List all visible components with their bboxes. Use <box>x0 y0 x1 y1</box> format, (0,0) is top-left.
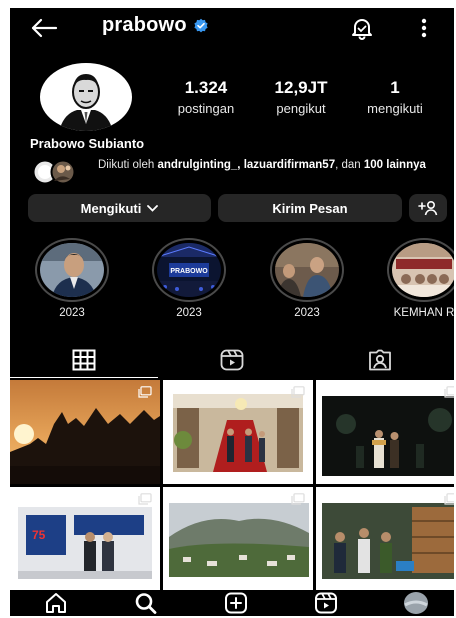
multiple-photos-icon <box>444 493 454 505</box>
story-highlight[interactable]: PRABOWO 2023 <box>143 238 235 319</box>
highlight-thumbnail: PRABOWO <box>157 243 221 297</box>
post-thumbnail[interactable]: 75 <box>10 487 160 591</box>
stat-label: postingan <box>177 101 235 116</box>
message-button-label: Kirim Pesan <box>272 200 348 216</box>
multiple-photos-icon <box>444 386 454 398</box>
post-thumbnail[interactable] <box>163 380 313 484</box>
multiple-photos-icon <box>291 493 305 505</box>
verified-badge-icon <box>194 18 208 32</box>
story-highlight[interactable]: 2023 <box>26 238 118 319</box>
tab-posts-grid[interactable] <box>10 342 158 378</box>
mutual-prefix: Diikuti oleh <box>98 159 158 171</box>
mutual-followers-text[interactable]: Diikuti oleh andrulginting_, lazuardifir… <box>98 158 438 172</box>
message-button[interactable]: Kirim Pesan <box>218 194 402 222</box>
highlight-ring <box>387 238 454 302</box>
highlight-ring <box>270 238 344 302</box>
grid-icon <box>72 349 96 371</box>
multiple-photos-icon <box>291 386 305 398</box>
post-thumbnail[interactable] <box>10 380 160 484</box>
highlight-ring <box>35 238 109 302</box>
post-thumbnail[interactable] <box>316 380 454 484</box>
instagram-profile-screen: prabowo 1.324 postingan 12,9JT pengikut … <box>10 8 454 616</box>
nav-reels[interactable] <box>306 590 346 616</box>
add-user-icon <box>418 200 438 216</box>
active-tab-indicator <box>10 377 158 378</box>
post-thumbnail[interactable] <box>316 487 454 591</box>
post-thumbnail[interactable] <box>163 487 313 591</box>
highlight-thumbnail <box>275 243 339 297</box>
chevron-down-icon <box>147 204 159 212</box>
highlight-label: 2023 <box>59 307 85 319</box>
svg-text:75: 75 <box>32 528 46 542</box>
story-highlight[interactable]: KEMHAN R <box>378 238 454 319</box>
stat-value: 1.324 <box>184 78 228 97</box>
highlight-label: 2023 <box>176 307 202 319</box>
profile-full-name: Prabowo Subianto <box>30 136 145 151</box>
nav-search[interactable] <box>126 590 166 616</box>
back-button[interactable] <box>28 12 60 44</box>
stat-value: 1 <box>390 78 400 97</box>
arrow-left-icon <box>31 18 58 38</box>
highlight-banner-text: PRABOWO <box>170 268 208 275</box>
search-icon <box>135 593 157 614</box>
reels-icon <box>220 349 244 371</box>
highlight-ring: PRABOWO <box>152 238 226 302</box>
following-button[interactable]: Mengikuti <box>28 194 211 222</box>
followers-count[interactable]: 12,9JT pengikut <box>260 78 342 116</box>
notifications-button[interactable] <box>346 12 378 44</box>
nav-create[interactable] <box>216 590 256 616</box>
story-highlight[interactable]: 2023 <box>261 238 353 319</box>
stat-value: 12,9JT <box>274 78 328 97</box>
mutual-names: andrulginting_, lazuardifirman57 <box>157 159 336 171</box>
profile-tabs <box>10 342 454 378</box>
highlight-thumbnail <box>392 243 454 297</box>
more-options-button[interactable] <box>408 12 440 44</box>
highlight-thumbnail <box>40 243 104 297</box>
tagged-icon <box>369 349 391 371</box>
mutual-conjunction: , dan <box>335 159 364 171</box>
tab-reels[interactable] <box>158 342 306 378</box>
mutual-followers-avatars[interactable] <box>32 159 92 185</box>
top-bar: prabowo <box>10 8 454 48</box>
following-count[interactable]: 1 mengikuti <box>352 78 438 116</box>
bottom-navigation <box>10 590 454 616</box>
stat-label: mengikuti <box>367 101 423 116</box>
username-header: prabowo <box>102 14 209 37</box>
reels-icon <box>315 592 337 614</box>
suggested-users-button[interactable] <box>409 194 447 222</box>
mutual-others: 100 lainnya <box>363 159 426 171</box>
plus-square-icon <box>225 592 247 614</box>
following-button-label: Mengikuti <box>80 200 142 216</box>
multiple-photos-icon <box>138 493 152 505</box>
profile-avatar[interactable] <box>39 62 133 132</box>
highlight-label: 2023 <box>294 307 320 319</box>
multiple-photos-icon <box>138 386 152 398</box>
highlight-label: KEMHAN R <box>393 307 454 319</box>
nav-home[interactable] <box>36 590 76 616</box>
stat-label: pengikut <box>276 101 326 116</box>
nav-profile[interactable] <box>396 590 436 616</box>
username: prabowo <box>102 14 187 36</box>
avatar <box>404 592 428 614</box>
tab-tagged[interactable] <box>306 342 454 378</box>
bell-icon <box>352 19 372 40</box>
more-vertical-icon <box>421 18 427 38</box>
posts-count[interactable]: 1.324 postingan <box>166 78 246 116</box>
home-icon <box>46 593 66 613</box>
